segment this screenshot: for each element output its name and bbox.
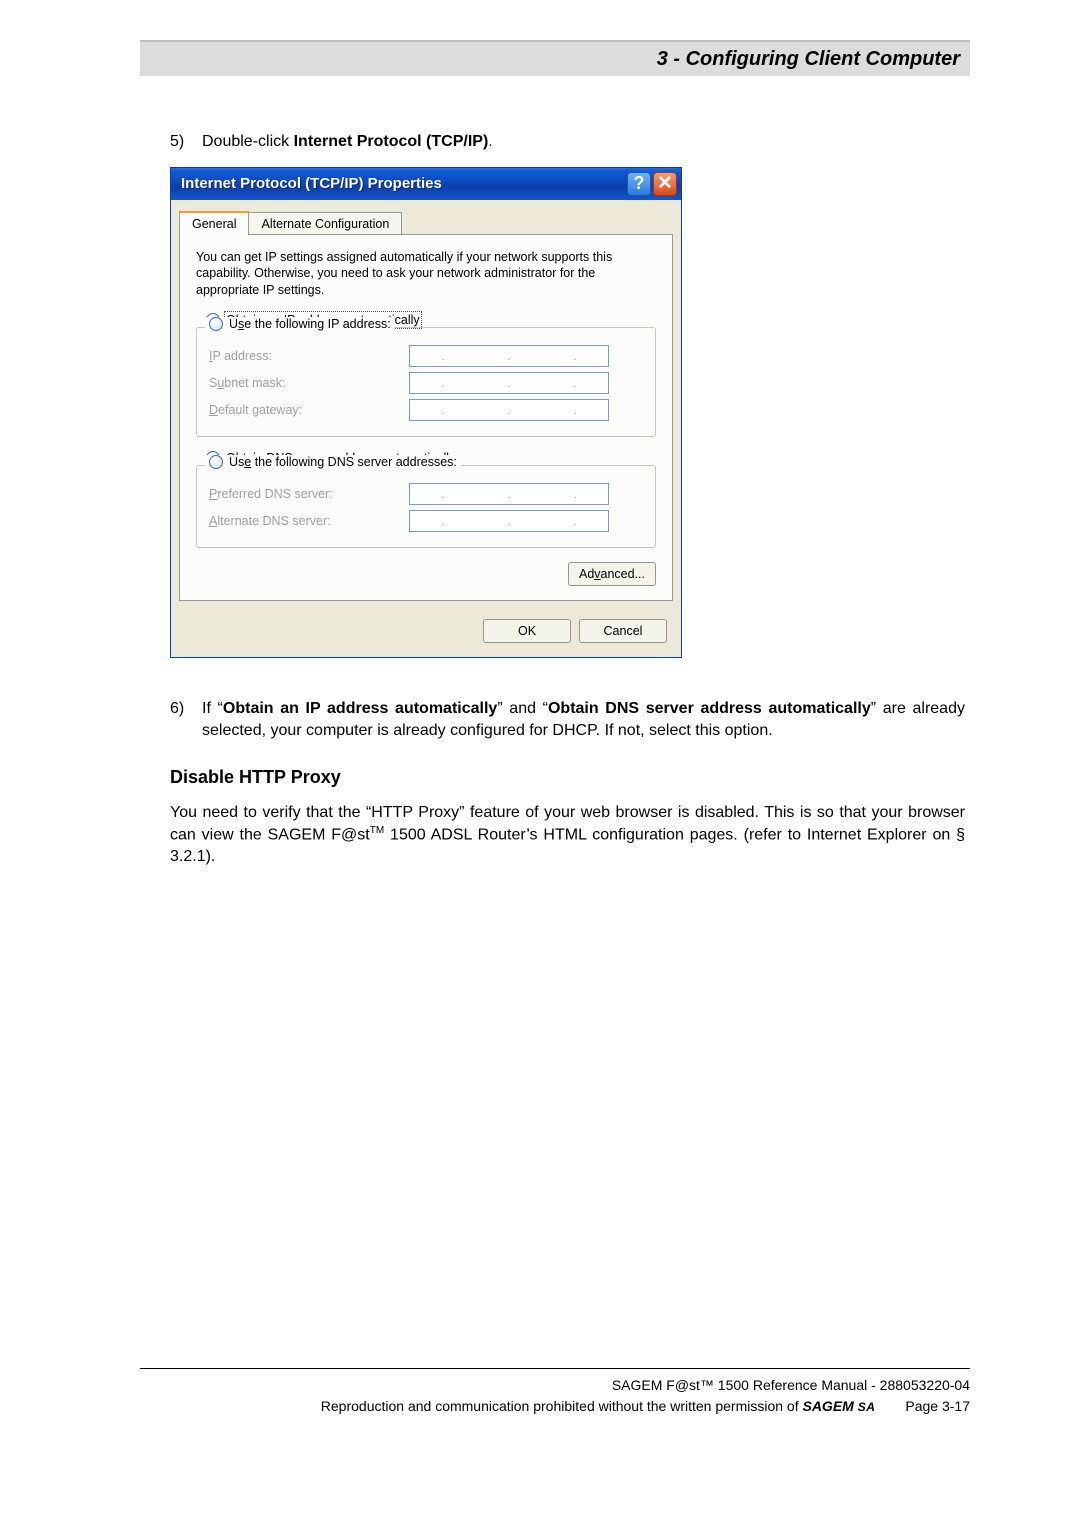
option-use-following-dns[interactable]: Use the following DNS server addresses:: [205, 455, 461, 469]
input-alternate-dns[interactable]: ...: [409, 510, 609, 532]
panel-general: You can get IP settings assigned automat…: [179, 235, 673, 602]
help-button[interactable]: ?: [627, 172, 651, 196]
input-ip-address[interactable]: ...: [409, 345, 609, 367]
tabs: General Alternate Configuration: [179, 210, 673, 235]
titlebar[interactable]: Internet Protocol (TCP/IP) Properties ? …: [171, 168, 681, 200]
label-preferred-dns: Preferred DNS server:: [209, 487, 409, 501]
footer-line1: SAGEM F@st™ 1500 Reference Manual - 2880…: [612, 1375, 970, 1396]
chapter-header: 3 - Configuring Client Computer: [140, 40, 970, 76]
radio-use-following-ip[interactable]: [209, 317, 223, 331]
ok-button[interactable]: OK: [483, 619, 571, 643]
option-use-following-ip[interactable]: Use the following IP address:: [205, 317, 395, 331]
group-static-ip: Use the following IP address: IP address…: [196, 327, 656, 437]
paragraph-disable-proxy: You need to verify that the “HTTP Proxy”…: [170, 802, 965, 867]
label-use-following-ip: Use the following IP address:: [229, 317, 391, 331]
chapter-title: 3 - Configuring Client Computer: [657, 48, 960, 70]
section-heading-disable-proxy: Disable HTTP Proxy: [170, 767, 965, 788]
help-icon: ?: [634, 173, 645, 194]
label-alternate-dns: Alternate DNS server:: [209, 514, 409, 528]
page-number: Page 3-17: [905, 1396, 970, 1417]
page-footer: SAGEM F@st™ 1500 Reference Manual - 2880…: [140, 1368, 970, 1417]
label-use-following-dns: Use the following DNS server addresses:: [229, 455, 457, 469]
input-subnet-mask[interactable]: ...: [409, 372, 609, 394]
step-5-number: 5): [170, 133, 202, 151]
close-icon: ✕: [657, 174, 673, 193]
tcpip-properties-dialog: Internet Protocol (TCP/IP) Properties ? …: [170, 167, 682, 659]
advanced-button[interactable]: Advanced...: [568, 562, 656, 586]
label-default-gateway: Default gateway:: [209, 403, 409, 417]
step-6-number: 6): [170, 700, 202, 718]
footer-line2: Reproduction and communication prohibite…: [321, 1396, 876, 1417]
step-6: 6) If “Obtain an IP address automaticall…: [170, 698, 965, 741]
radio-use-following-dns[interactable]: [209, 455, 223, 469]
cancel-button[interactable]: Cancel: [579, 619, 667, 643]
label-subnet-mask: Subnet mask:: [209, 376, 409, 390]
close-button[interactable]: ✕: [653, 172, 677, 196]
input-preferred-dns[interactable]: ...: [409, 483, 609, 505]
group-static-dns: Use the following DNS server addresses: …: [196, 465, 656, 548]
step-5-text: Double-click Internet Protocol (TCP/IP).: [202, 131, 965, 153]
intro-text: You can get IP settings assigned automat…: [196, 249, 656, 300]
tab-alternate-configuration[interactable]: Alternate Configuration: [248, 212, 402, 234]
step-6-text: If “Obtain an IP address automatically” …: [202, 698, 965, 741]
dialog-title: Internet Protocol (TCP/IP) Properties: [181, 175, 625, 192]
label-ip-address: IP address:: [209, 349, 409, 363]
input-default-gateway[interactable]: ...: [409, 399, 609, 421]
tab-general[interactable]: General: [179, 211, 249, 235]
step-5: 5) Double-click Internet Protocol (TCP/I…: [170, 131, 965, 153]
